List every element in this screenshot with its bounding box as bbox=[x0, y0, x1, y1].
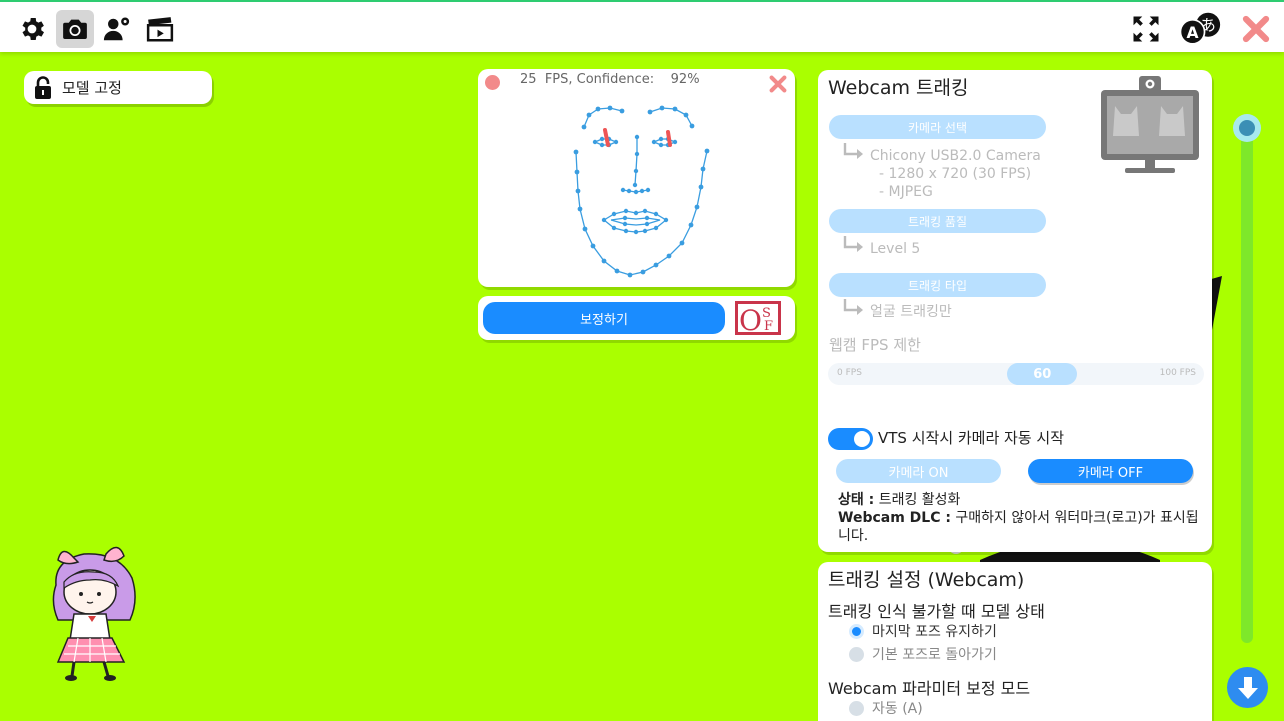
param-calibration-heading: Webcam 파라미터 보정 모드 bbox=[828, 679, 1031, 698]
tracking-type-value: 얼굴 트래킹만 bbox=[870, 304, 952, 320]
fullscreen-icon[interactable] bbox=[1127, 10, 1165, 48]
lock-icon bbox=[35, 75, 51, 99]
webcam-panel-title: Webcam 트래킹 bbox=[828, 77, 969, 99]
gear-icon[interactable] bbox=[13, 10, 51, 48]
recording-indicator bbox=[485, 75, 500, 90]
fps-slider-handle[interactable]: 60 bbox=[1007, 363, 1078, 385]
fps-min-label: 0 FPS bbox=[837, 368, 862, 378]
top-toolbar: あA bbox=[0, 0, 1284, 52]
calibrate-button[interactable]: 보정하기 bbox=[483, 302, 725, 334]
fps-max-label: 100 FPS bbox=[1159, 368, 1196, 378]
user-settings-icon[interactable] bbox=[98, 10, 136, 48]
osf-logo: O S F bbox=[735, 301, 781, 335]
svg-text:F: F bbox=[764, 319, 773, 334]
fps-confidence-readout: 25 FPS, Confidence: 92% bbox=[520, 72, 700, 87]
status-line: 상태 : 트래킹 활성화 bbox=[838, 491, 1203, 509]
radio-label: 자동 (A) bbox=[872, 701, 923, 717]
chibi-character[interactable] bbox=[44, 540, 144, 685]
tracking-lost-heading: 트래킹 인식 불가할 때 모델 상태 bbox=[828, 602, 1045, 621]
camera-name: Chicony USB2.0 Camera bbox=[870, 148, 1041, 164]
scroll-down-button[interactable] bbox=[1227, 667, 1268, 708]
close-icon[interactable] bbox=[1237, 10, 1275, 48]
face-landmark-mesh bbox=[573, 105, 710, 278]
calibration-bar: 보정하기 O S F bbox=[478, 296, 795, 340]
arrow-down-icon bbox=[1237, 676, 1258, 699]
autostart-toggle[interactable] bbox=[828, 428, 873, 450]
radio-reset-pose[interactable]: 기본 포즈로 돌아가기 bbox=[849, 644, 997, 664]
radio-label: 마지막 포즈 유지하기 bbox=[872, 624, 997, 640]
camera-icon[interactable] bbox=[56, 10, 94, 48]
status-block: 상태 : 트래킹 활성화 Webcam DLC : 구매하지 않아서 워터마크(… bbox=[838, 491, 1203, 545]
radio-auto-mode[interactable]: 자동 (A) bbox=[849, 698, 923, 718]
svg-text:O: O bbox=[739, 304, 762, 335]
confidence-value: 92% bbox=[670, 72, 700, 87]
scrollbar-thumb[interactable] bbox=[1233, 114, 1261, 142]
status-value: 트래킹 활성화 bbox=[878, 492, 961, 508]
scrollbar-track[interactable] bbox=[1241, 118, 1253, 643]
camera-off-button[interactable]: 카메라 OFF bbox=[1028, 459, 1193, 483]
fps-value: 25 bbox=[520, 72, 537, 87]
radio-keep-last-pose[interactable]: 마지막 포즈 유지하기 bbox=[849, 621, 997, 641]
language-icon[interactable]: あA bbox=[1176, 10, 1226, 48]
camera-format: - MJPEG bbox=[879, 184, 933, 200]
model-lock-button[interactable]: 모델 고정 bbox=[24, 71, 212, 104]
toggle-knob bbox=[854, 431, 870, 447]
tracking-quality-value: Level 5 bbox=[870, 241, 921, 257]
camera-select-button[interactable]: 카메라 선택 bbox=[829, 115, 1046, 139]
autostart-label: VTS 시작시 카메라 자동 시작 bbox=[878, 429, 1065, 447]
camera-resolution: - 1280 x 720 (30 FPS) bbox=[879, 166, 1032, 182]
svg-text:A: A bbox=[1186, 24, 1198, 42]
status-key: 상태 : bbox=[838, 492, 875, 508]
webcam-monitor-icon bbox=[1101, 76, 1199, 173]
face-tracking-preview: 25 FPS, Confidence: 92% bbox=[478, 69, 795, 287]
fps-unit: FPS, Confidence: bbox=[544, 72, 655, 87]
tracking-settings-panel: 트래킹 설정 (Webcam) 트래킹 인식 불가할 때 모델 상태 마지막 포… bbox=[818, 562, 1212, 721]
camera-on-button[interactable]: 카메라 ON bbox=[836, 459, 1001, 483]
subitem-arrow-icon bbox=[843, 143, 863, 159]
model-lock-label: 모델 고정 bbox=[62, 79, 122, 97]
dlc-key: Webcam DLC : bbox=[838, 510, 951, 526]
webcam-tracking-panel: Webcam 트래킹 카메라 선택 Chicony USB2.0 Camera … bbox=[818, 70, 1212, 552]
close-preview-icon[interactable] bbox=[767, 73, 789, 95]
subitem-arrow-icon bbox=[843, 236, 863, 252]
radio-selected bbox=[849, 623, 864, 639]
radio-unselected bbox=[849, 646, 864, 662]
clapperboard-icon[interactable] bbox=[141, 10, 179, 48]
tracking-quality-button[interactable]: 트래킹 품질 bbox=[829, 209, 1046, 233]
dlc-line: Webcam DLC : 구매하지 않아서 워터마크(로고)가 표시됩니다. bbox=[838, 509, 1203, 545]
radio-label: 기본 포즈로 돌아가기 bbox=[872, 647, 997, 663]
fps-limit-label: 웹캠 FPS 제한 bbox=[829, 336, 921, 354]
tracking-settings-title: 트래킹 설정 (Webcam) bbox=[828, 569, 1025, 591]
subitem-arrow-icon bbox=[843, 299, 863, 315]
tracking-type-button[interactable]: 트래킹 타입 bbox=[829, 273, 1046, 297]
fps-limit-slider[interactable]: 0 FPS 100 FPS 60 bbox=[828, 363, 1204, 385]
radio-unselected bbox=[849, 700, 864, 716]
